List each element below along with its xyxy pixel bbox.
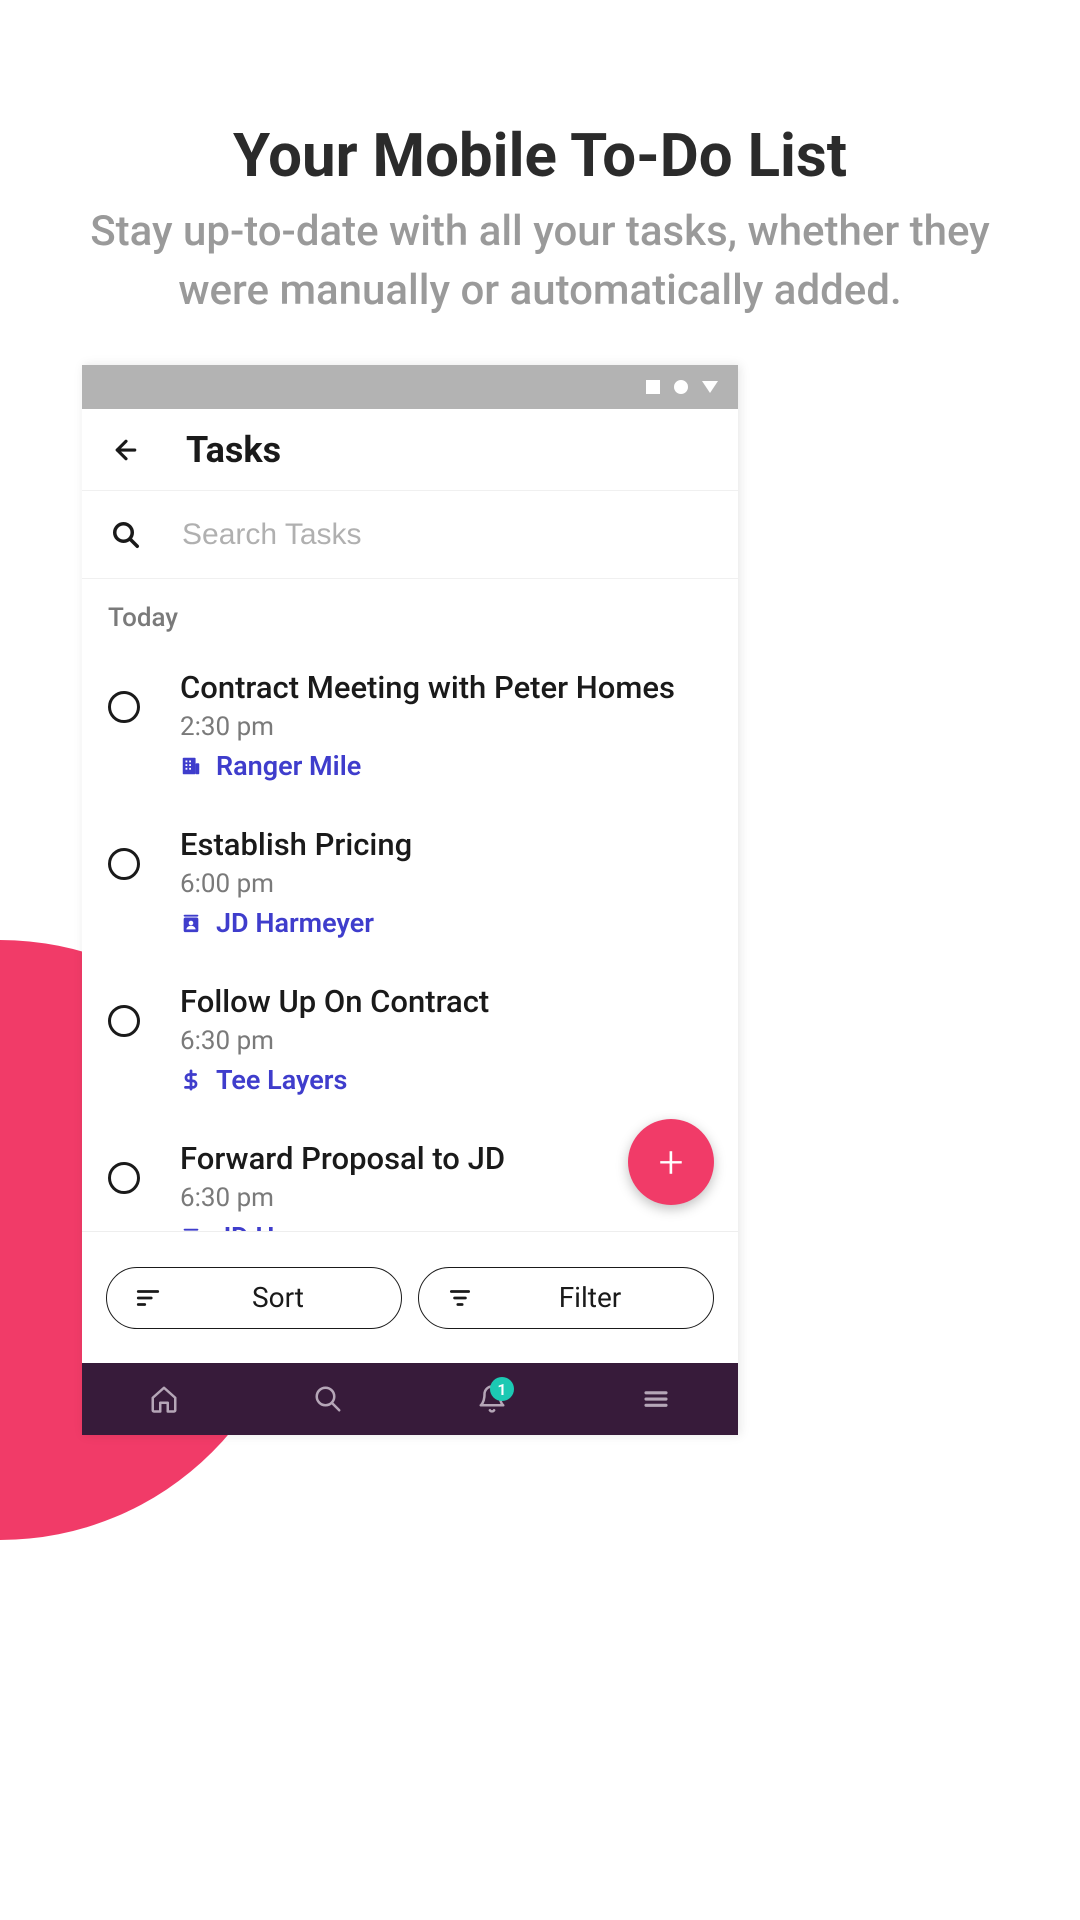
task-link-label: JD Harmeyer — [216, 907, 374, 939]
hero-title: Your Mobile To-Do List — [60, 120, 1020, 191]
task-time: 6:30 pm — [180, 1183, 712, 1213]
task-link[interactable]: Ranger Mile — [180, 750, 712, 782]
plus-icon: + — [659, 1136, 684, 1188]
task-complete-toggle[interactable] — [108, 848, 140, 880]
section-label-today: Today — [82, 579, 738, 645]
building-icon — [180, 755, 202, 777]
task-link-label: Tee Layers — [216, 1064, 347, 1096]
home-icon — [149, 1384, 179, 1414]
sort-button[interactable]: Sort — [106, 1267, 402, 1329]
back-button[interactable] — [106, 430, 146, 470]
hero-subtitle: Stay up-to-date with all your tasks, whe… — [60, 203, 1020, 321]
task-title: Establish Pricing — [180, 826, 712, 863]
phone-mock: Tasks Today Contract Meeting with Peter … — [82, 365, 738, 1435]
task-link[interactable]: Tee Layers — [180, 1064, 712, 1096]
search-icon[interactable] — [106, 515, 146, 555]
filter-button[interactable]: Filter — [418, 1267, 714, 1329]
hero-section: Your Mobile To-Do List Stay up-to-date w… — [0, 0, 1080, 381]
task-link-label: Ranger Mile — [216, 750, 361, 782]
contact-icon — [180, 912, 202, 934]
app-header: Tasks — [82, 409, 738, 491]
status-circle-icon — [674, 380, 688, 394]
task-time: 6:30 pm — [180, 1026, 712, 1056]
filter-icon — [447, 1285, 475, 1311]
search-input[interactable] — [182, 518, 714, 552]
task-body: Follow Up On Contract 6:30 pm Tee Layers — [180, 983, 712, 1096]
task-time: 6:00 pm — [180, 869, 712, 899]
add-task-button[interactable]: + — [628, 1119, 714, 1205]
task-complete-toggle[interactable] — [108, 1005, 140, 1037]
task-item[interactable]: Contract Meeting with Peter Homes 2:30 p… — [82, 645, 738, 802]
task-item[interactable]: Establish Pricing 6:00 pm JD Harmeyer — [82, 802, 738, 959]
nav-notifications[interactable]: 1 — [462, 1369, 522, 1429]
search-bar — [82, 491, 738, 579]
task-title: Contract Meeting with Peter Homes — [180, 669, 712, 706]
filter-label: Filter — [495, 1281, 685, 1314]
task-title: Follow Up On Contract — [180, 983, 712, 1020]
page-title: Tasks — [186, 429, 281, 471]
task-time: 2:30 pm — [180, 712, 712, 742]
task-complete-toggle[interactable] — [108, 691, 140, 723]
status-bar — [82, 365, 738, 409]
task-link[interactable]: JD Harmeyer — [180, 907, 712, 939]
task-item[interactable]: Follow Up On Contract 6:30 pm Tee Layers — [82, 959, 738, 1116]
status-square-icon — [646, 380, 660, 394]
menu-icon — [641, 1384, 671, 1414]
status-triangle-icon — [702, 381, 718, 393]
bottom-actions: Sort Filter — [82, 1231, 738, 1363]
task-complete-toggle[interactable] — [108, 1162, 140, 1194]
search-icon — [313, 1384, 343, 1414]
notification-badge: 1 — [490, 1377, 514, 1401]
dollar-icon — [180, 1069, 202, 1091]
task-body: Establish Pricing 6:00 pm JD Harmeyer — [180, 826, 712, 939]
task-body: Contract Meeting with Peter Homes 2:30 p… — [180, 669, 712, 782]
nav-home[interactable] — [134, 1369, 194, 1429]
nav-menu[interactable] — [626, 1369, 686, 1429]
arrow-left-icon — [111, 435, 141, 465]
sort-icon — [135, 1285, 163, 1311]
bottom-nav: 1 — [82, 1363, 738, 1435]
nav-search[interactable] — [298, 1369, 358, 1429]
sort-label: Sort — [183, 1281, 373, 1314]
